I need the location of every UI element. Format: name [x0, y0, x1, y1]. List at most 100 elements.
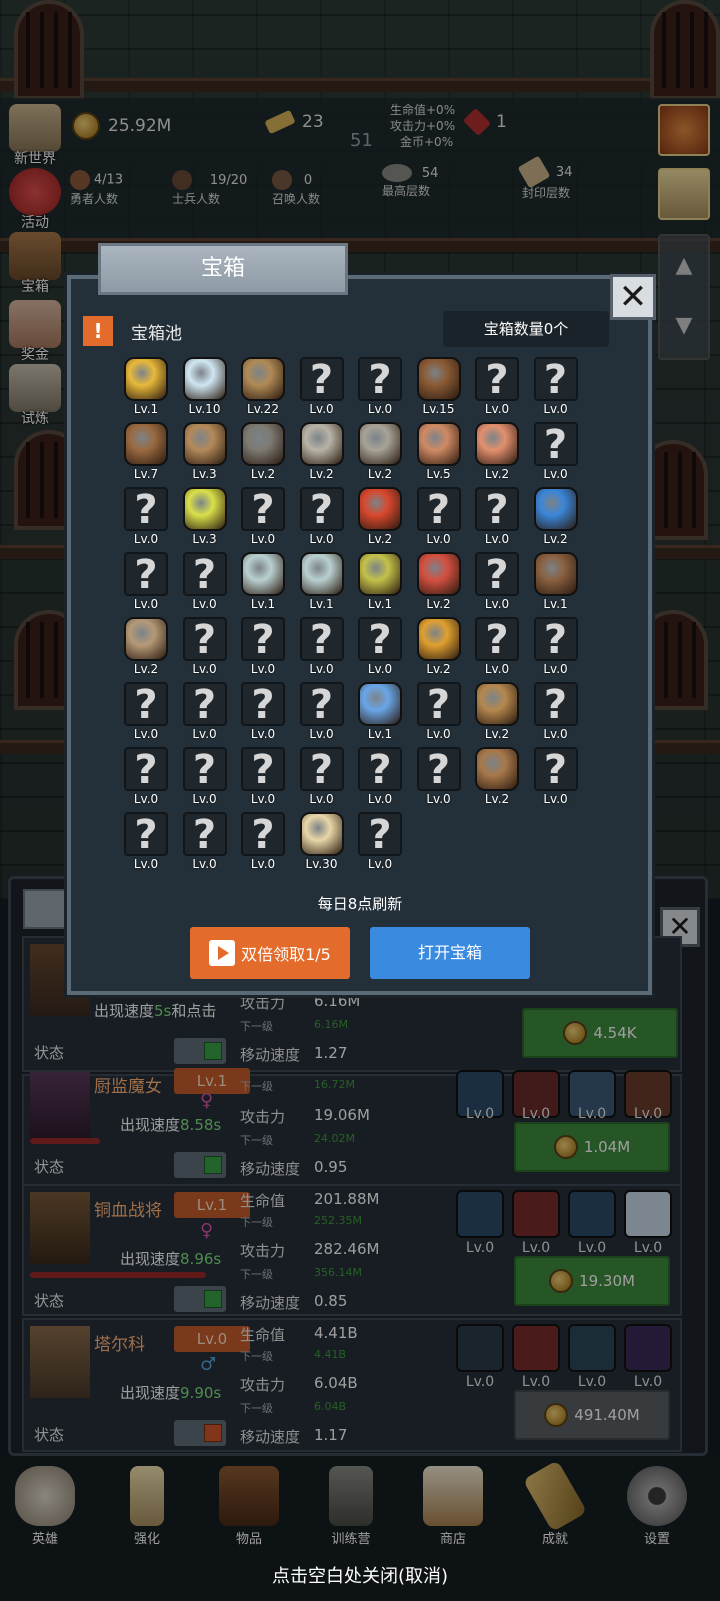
chest-item[interactable]: Lv.0 — [237, 617, 289, 679]
chest-item[interactable]: Lv.1 — [120, 357, 172, 419]
chest-item[interactable]: Lv.0 — [296, 747, 348, 809]
chest-item[interactable]: Lv.0 — [530, 747, 582, 809]
chest-button[interactable]: 宝箱 — [4, 232, 66, 295]
nav-shop[interactable]: 商店 — [413, 1466, 493, 1547]
sword-equip-icon[interactable] — [512, 1190, 560, 1238]
chest-item[interactable]: Lv.0 — [530, 617, 582, 679]
trial-button[interactable]: 试炼 — [4, 364, 66, 427]
status-toggle[interactable] — [174, 1152, 226, 1178]
chest-item[interactable]: Lv.10 — [179, 357, 231, 419]
open-chest-button[interactable]: 打开宝箱 — [370, 927, 530, 979]
heart-equip-icon[interactable] — [624, 1190, 672, 1238]
double-claim-button[interactable]: 双倍领取1/5 — [190, 927, 350, 979]
upgrade-button[interactable]: 1.04M — [514, 1122, 670, 1172]
chest-item[interactable]: Lv.2 — [471, 682, 523, 744]
chest-item[interactable]: Lv.2 — [354, 487, 406, 549]
chest-item[interactable]: Lv.0 — [120, 487, 172, 549]
nav-upgrade[interactable]: 强化 — [107, 1466, 187, 1547]
upgrade-button[interactable]: 19.30M — [514, 1256, 670, 1306]
chest-item[interactable]: Lv.2 — [530, 487, 582, 549]
unknown-icon — [475, 357, 519, 403]
chest-item[interactable]: Lv.0 — [471, 357, 523, 419]
item-level: Lv.2 — [250, 467, 276, 481]
dialog-close-button[interactable]: ✕ — [610, 274, 656, 320]
chest-item[interactable]: Lv.0 — [296, 357, 348, 419]
upgrade-button[interactable]: 491.40M — [514, 1390, 670, 1440]
greatsword-equip-icon[interactable] — [624, 1324, 672, 1372]
chest-item[interactable]: Lv.0 — [354, 357, 406, 419]
nav-heroes[interactable]: 英雄 — [5, 1466, 85, 1547]
boot-equip-icon[interactable] — [568, 1324, 616, 1372]
chest-item[interactable]: Lv.2 — [296, 422, 348, 484]
chest-item[interactable]: Lv.0 — [120, 682, 172, 744]
chest-item[interactable]: Lv.0 — [296, 487, 348, 549]
chest-item[interactable]: Lv.0 — [354, 812, 406, 874]
chest-item[interactable]: Lv.0 — [296, 682, 348, 744]
chest-item[interactable]: Lv.2 — [413, 552, 465, 614]
chest-item[interactable]: Lv.0 — [237, 682, 289, 744]
chest-item[interactable]: Lv.0 — [237, 747, 289, 809]
item-level: Lv.0 — [367, 662, 393, 676]
chest-item[interactable]: Lv.0 — [120, 747, 172, 809]
chest-item[interactable]: Lv.0 — [120, 552, 172, 614]
chest-item[interactable]: Lv.1 — [354, 552, 406, 614]
chest-item[interactable]: Lv.0 — [179, 747, 231, 809]
chest-item[interactable]: Lv.0 — [179, 617, 231, 679]
chest-item[interactable]: Lv.2 — [471, 422, 523, 484]
scroll-arrows[interactable]: ▲ ▼ — [658, 234, 710, 360]
chest-item[interactable]: Lv.0 — [179, 812, 231, 874]
chest-item[interactable]: Lv.0 — [471, 617, 523, 679]
chest-item[interactable]: Lv.1 — [237, 552, 289, 614]
chest-item[interactable]: Lv.0 — [237, 487, 289, 549]
status-toggle[interactable] — [174, 1038, 226, 1064]
chest-item[interactable]: Lv.0 — [354, 747, 406, 809]
boot-equip-icon[interactable] — [568, 1190, 616, 1238]
events-button[interactable]: 活动 — [4, 168, 66, 231]
wheel-shield-equip-icon[interactable] — [456, 1324, 504, 1372]
unknown-icon — [299, 357, 344, 403]
nav-training[interactable]: 训练营 — [311, 1466, 391, 1547]
chest-item[interactable]: Lv.2 — [237, 422, 289, 484]
chest-item[interactable]: Lv.0 — [530, 682, 582, 744]
chest-item[interactable]: Lv.0 — [179, 682, 231, 744]
chest-item[interactable]: Lv.0 — [120, 812, 172, 874]
shield-equip-icon[interactable] — [456, 1190, 504, 1238]
onion-button[interactable] — [658, 104, 710, 156]
chest-item[interactable]: Lv.3 — [179, 487, 231, 549]
sword-equip-icon[interactable] — [512, 1324, 560, 1372]
chest-item[interactable]: Lv.1 — [530, 552, 582, 614]
nav-items[interactable]: 物品 — [209, 1466, 289, 1547]
status-toggle[interactable] — [174, 1420, 226, 1446]
chest-item[interactable]: Lv.2 — [120, 617, 172, 679]
chest-item[interactable]: Lv.30 — [296, 812, 348, 874]
chest-item[interactable]: Lv.2 — [413, 617, 465, 679]
spawn-speed-suffix: 和点击 — [171, 1002, 217, 1020]
chest-item[interactable]: Lv.0 — [530, 357, 582, 419]
chest-item[interactable]: Lv.0 — [296, 617, 348, 679]
chest-item[interactable]: Lv.2 — [354, 422, 406, 484]
chest-item[interactable]: Lv.0 — [413, 487, 465, 549]
chest-item[interactable]: Lv.0 — [413, 747, 465, 809]
chest-item[interactable]: Lv.2 — [471, 747, 523, 809]
chest-item[interactable]: Lv.22 — [237, 357, 289, 419]
chest-item[interactable]: Lv.0 — [471, 552, 523, 614]
chest-item[interactable]: Lv.7 — [120, 422, 172, 484]
bonus-button[interactable]: 奖金 — [4, 300, 66, 363]
candle-button[interactable] — [658, 168, 710, 220]
chest-item[interactable]: Lv.15 — [413, 357, 465, 419]
chest-item[interactable]: Lv.1 — [354, 682, 406, 744]
chest-item[interactable]: Lv.0 — [354, 617, 406, 679]
chest-item[interactable]: Lv.0 — [237, 812, 289, 874]
nav-achievements[interactable]: 成就 — [515, 1460, 595, 1547]
upgrade-button[interactable]: 4.54K — [522, 1008, 678, 1058]
new-world-button[interactable]: 新世界 — [4, 104, 66, 167]
chest-item[interactable]: Lv.0 — [413, 682, 465, 744]
chest-item[interactable]: Lv.5 — [413, 422, 465, 484]
chest-item[interactable]: Lv.0 — [179, 552, 231, 614]
chest-item[interactable]: Lv.0 — [471, 487, 523, 549]
status-toggle[interactable] — [174, 1286, 226, 1312]
nav-settings[interactable]: 设置 — [617, 1466, 697, 1547]
chest-item[interactable]: Lv.0 — [530, 422, 582, 484]
chest-item[interactable]: Lv.1 — [296, 552, 348, 614]
chest-item[interactable]: Lv.3 — [179, 422, 231, 484]
